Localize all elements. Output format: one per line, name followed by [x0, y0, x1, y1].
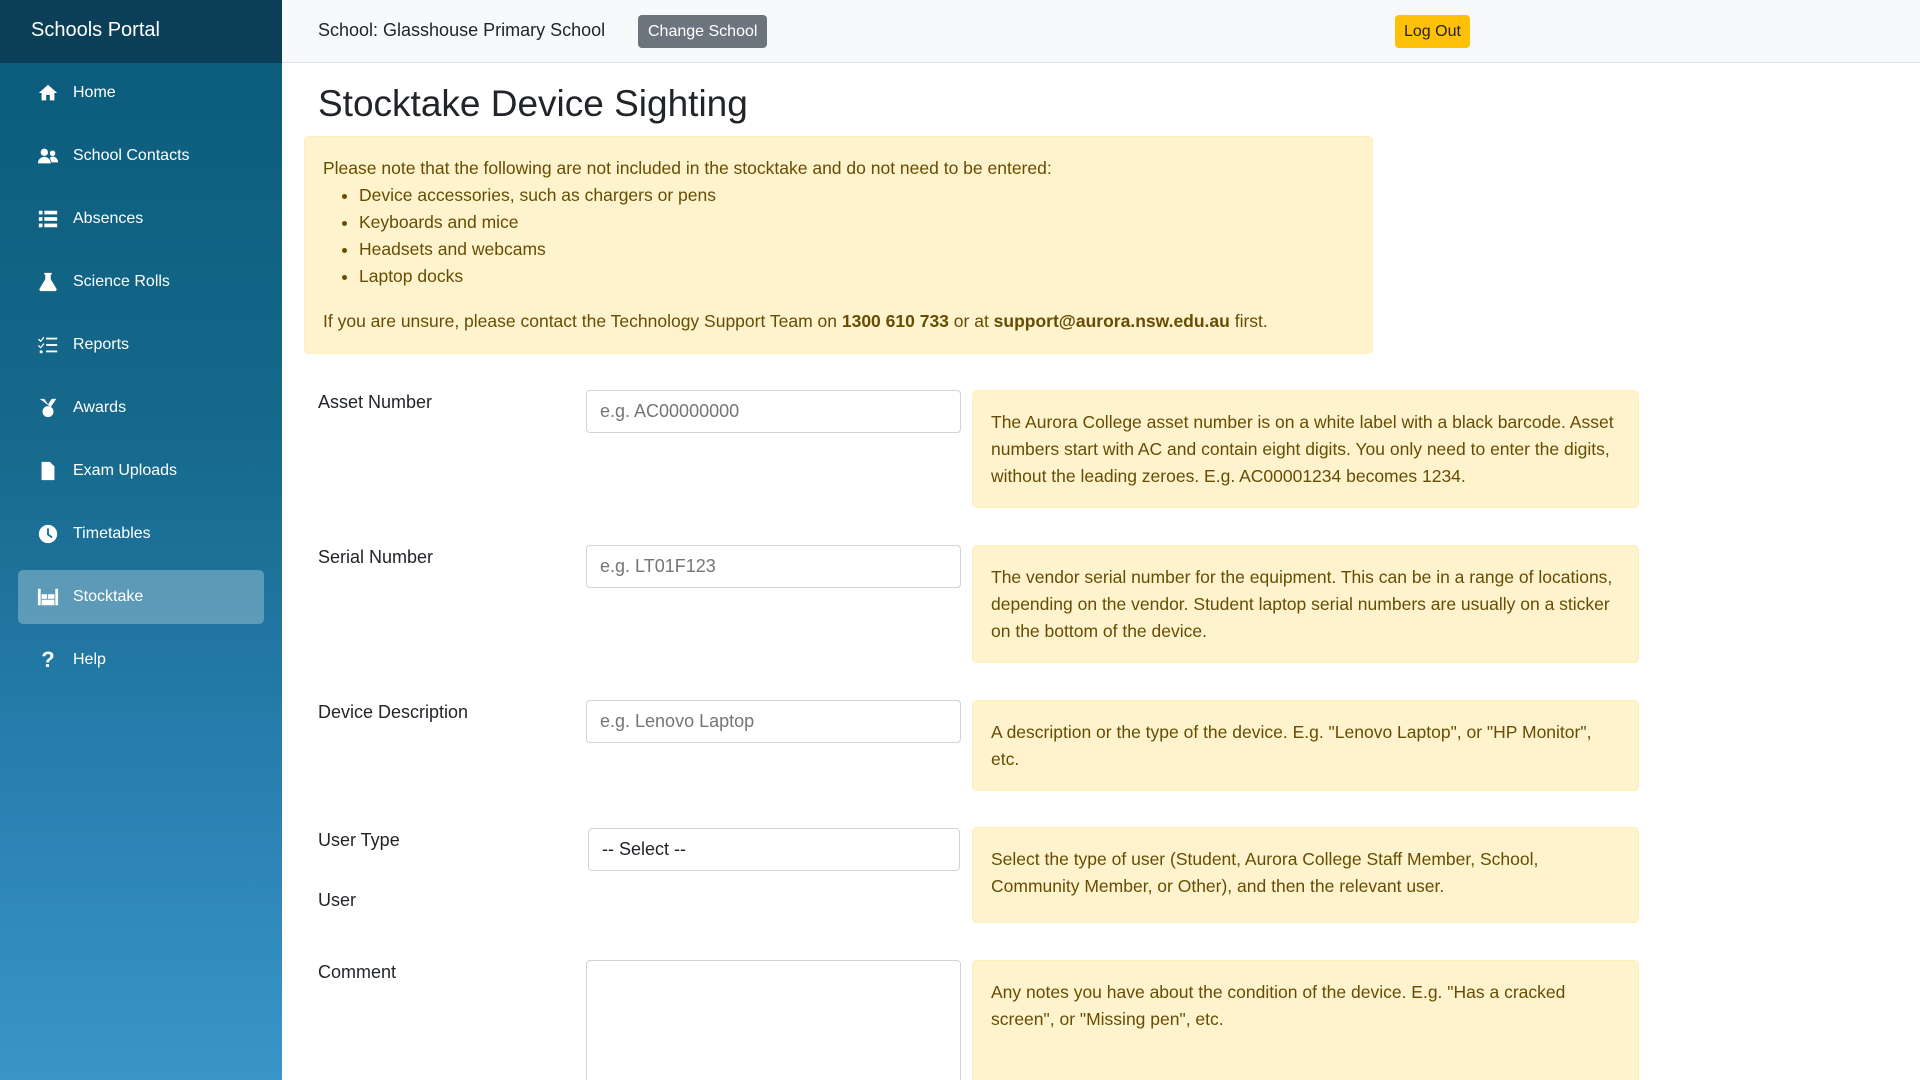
- sidebar-item-awards[interactable]: Awards: [18, 381, 264, 435]
- serial-number-help: The vendor serial number for the equipme…: [972, 545, 1639, 663]
- contact-text: or at: [948, 311, 994, 331]
- sidebar-item-stocktake[interactable]: Stocktake: [18, 570, 264, 624]
- sidebar-item-label: Help: [73, 651, 106, 668]
- brand-title[interactable]: Schools Portal: [0, 0, 282, 63]
- exclusions-notice: Please note that the following are not i…: [304, 136, 1373, 354]
- warehouse-icon: [35, 586, 61, 608]
- user-label: User: [318, 890, 357, 910]
- sidebar-item-label: School Contacts: [73, 147, 190, 164]
- main-content: Stocktake Device Sighting Please note th…: [282, 63, 1920, 1080]
- sidebar-item-label: Absences: [73, 210, 144, 227]
- user-type-select[interactable]: -- Select --: [588, 828, 960, 871]
- sidebar-item-home[interactable]: Home: [18, 66, 264, 120]
- support-contact: If you are unsure, please contact the Te…: [323, 308, 1354, 335]
- page-title: Stocktake Device Sighting: [318, 83, 748, 124]
- support-email: support@aurora.nsw.edu.au: [993, 311, 1230, 331]
- sidebar-item-label: Stocktake: [73, 588, 144, 605]
- asset-number-input[interactable]: [586, 390, 961, 433]
- checklist-icon: [35, 334, 61, 356]
- list-item: Device accessories, such as chargers or …: [359, 182, 1354, 209]
- contact-text: first.: [1229, 311, 1268, 331]
- file-icon: [35, 460, 61, 482]
- list-item: Keyboards and mice: [359, 209, 1354, 236]
- comment-label: Comment: [318, 962, 397, 982]
- sidebar-item-reports[interactable]: Reports: [18, 318, 264, 372]
- user-type-label: User Type: [318, 830, 400, 850]
- sidebar-item-label: Science Rolls: [73, 273, 170, 290]
- question-icon: ?: [41, 647, 55, 672]
- medal-icon: [35, 397, 61, 419]
- current-school-label: School: Glasshouse Primary School: [318, 20, 606, 40]
- device-description-input[interactable]: [586, 700, 961, 743]
- contact-text: If you are unsure, please contact the Te…: [323, 311, 842, 331]
- sidebar-item-label: Home: [73, 84, 116, 101]
- sidebar-item-label: Awards: [73, 399, 127, 416]
- list-item: Headsets and webcams: [359, 236, 1354, 263]
- change-school-button[interactable]: Change School: [638, 15, 768, 48]
- list-item: Laptop docks: [359, 263, 1354, 290]
- comment-help: Any notes you have about the condition o…: [972, 960, 1639, 1080]
- sidebar-nav: Home School Contacts Absences Science Ro…: [0, 63, 282, 687]
- exclusions-list: Device accessories, such as chargers or …: [359, 182, 1354, 290]
- serial-number-input[interactable]: [586, 545, 961, 588]
- flask-icon: [35, 271, 61, 293]
- device-description-label: Device Description: [318, 702, 469, 722]
- sidebar-item-label: Reports: [73, 336, 130, 353]
- sidebar-item-label: Exam Uploads: [73, 462, 178, 479]
- sidebar-item-school-contacts[interactable]: School Contacts: [18, 129, 264, 183]
- asset-number-help: The Aurora College asset number is on a …: [972, 390, 1639, 508]
- sidebar-item-exam-uploads[interactable]: Exam Uploads: [18, 444, 264, 498]
- sidebar-item-timetables[interactable]: Timetables: [18, 507, 264, 561]
- users-icon: [35, 145, 61, 167]
- top-bar: School: Glasshouse Primary School Change…: [282, 0, 1920, 63]
- sidebar: Schools Portal Home School Contacts Abse…: [0, 0, 282, 1080]
- sidebar-item-help[interactable]: ? Help: [18, 633, 264, 687]
- notice-intro: Please note that the following are not i…: [323, 158, 1052, 178]
- clock-icon: [35, 523, 61, 545]
- user-type-help: Select the type of user (Student, Aurora…: [972, 827, 1639, 923]
- serial-number-label: Serial Number: [318, 547, 434, 567]
- sidebar-item-label: Timetables: [73, 525, 151, 542]
- asset-number-label: Asset Number: [318, 392, 433, 412]
- home-icon: [35, 82, 61, 104]
- sidebar-item-science-rolls[interactable]: Science Rolls: [18, 255, 264, 309]
- comment-textarea[interactable]: [586, 960, 961, 1080]
- sidebar-item-absences[interactable]: Absences: [18, 192, 264, 246]
- logout-button[interactable]: Log Out: [1395, 15, 1470, 48]
- device-description-help: A description or the type of the device.…: [972, 700, 1639, 791]
- support-phone: 1300 610 733: [841, 311, 949, 331]
- list-icon: [35, 208, 61, 230]
